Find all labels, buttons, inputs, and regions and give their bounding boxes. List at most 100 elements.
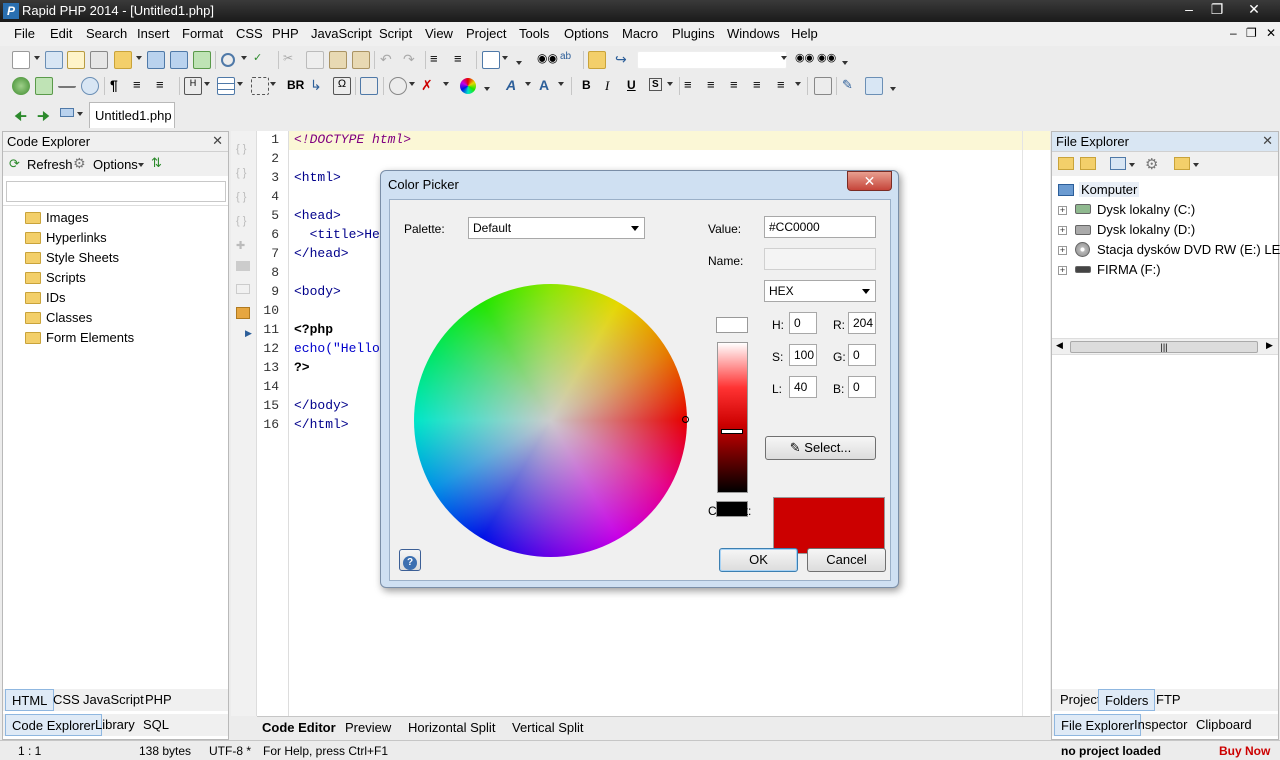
font-icon[interactable]: A: [506, 77, 524, 95]
chevron-down-icon[interactable]: [525, 82, 531, 86]
clear-format-icon[interactable]: ✗: [421, 77, 439, 95]
tab-php[interactable]: PHP: [139, 689, 178, 711]
menu-project[interactable]: Project: [466, 26, 506, 41]
toolbar-overflow-icon[interactable]: [516, 61, 522, 65]
hex-value-input[interactable]: #CC0000: [764, 216, 876, 238]
tree-item-classes[interactable]: Classes: [25, 310, 92, 325]
folder-up-icon[interactable]: [1058, 157, 1074, 170]
color-picker-icon[interactable]: [460, 78, 476, 94]
menu-search[interactable]: Search: [86, 26, 127, 41]
menu-script[interactable]: Script: [379, 26, 412, 41]
options-button[interactable]: Options: [93, 157, 138, 172]
find-previous-icon[interactable]: ◉◉: [795, 51, 814, 69]
tree-item-drive-c[interactable]: Dysk lokalny (C:): [1097, 202, 1195, 217]
find-next-icon[interactable]: ◉◉: [817, 51, 836, 69]
chevron-down-icon[interactable]: [270, 82, 276, 86]
chevron-down-icon[interactable]: [136, 56, 142, 60]
menu-insert[interactable]: Insert: [137, 26, 170, 41]
expand-icon[interactable]: +: [1058, 226, 1067, 235]
encoding[interactable]: UTF-8 *: [209, 744, 251, 758]
menu-format[interactable]: Format: [182, 26, 223, 41]
paste-icon[interactable]: [329, 51, 347, 69]
tree-item-drive-d[interactable]: Dysk lokalny (D:): [1097, 222, 1195, 237]
table-icon[interactable]: [217, 77, 235, 95]
hue-input[interactable]: 0: [789, 312, 817, 334]
chevron-down-icon[interactable]: [443, 82, 449, 86]
document-tab[interactable]: Untitled1.php: [89, 102, 175, 128]
chevron-down-icon[interactable]: [241, 56, 247, 60]
menu-edit[interactable]: Edit: [50, 26, 72, 41]
tree-item-style-sheets[interactable]: Style Sheets: [25, 250, 119, 265]
tree-item-ids[interactable]: IDs: [25, 290, 66, 305]
block-icon[interactable]: [236, 284, 250, 294]
align-center-icon[interactable]: ≡: [707, 77, 725, 95]
lightness-input[interactable]: 40: [789, 376, 817, 398]
edit-file-icon[interactable]: [67, 51, 85, 69]
fold-icon[interactable]: { }: [236, 215, 250, 227]
nbsp-icon[interactable]: ↳: [310, 77, 328, 95]
validate-icon[interactable]: ✎: [842, 77, 860, 95]
menu-javascript[interactable]: JavaScript: [311, 26, 372, 41]
tab-ftp[interactable]: FTP: [1150, 689, 1187, 711]
find-icon[interactable]: [221, 53, 235, 67]
find-in-files-icon[interactable]: [588, 51, 606, 69]
line-spacing-icon[interactable]: ≡: [777, 77, 795, 95]
expand-icon[interactable]: +: [1058, 246, 1067, 255]
color-wheel[interactable]: [414, 284, 687, 557]
block-icon[interactable]: [236, 261, 250, 271]
luminance-slider[interactable]: [717, 342, 748, 493]
css-warning-icon[interactable]: [236, 307, 250, 319]
gear-icon[interactable]: ⚙: [1145, 155, 1158, 173]
menu-macro[interactable]: Macro: [622, 26, 658, 41]
buy-now-link[interactable]: Buy Now: [1219, 744, 1270, 758]
line-break-button[interactable]: BR: [287, 78, 304, 92]
maximize-button[interactable]: ❐: [1203, 0, 1231, 20]
close-icon[interactable]: ✕: [1262, 133, 1273, 149]
chevron-down-icon[interactable]: [667, 82, 673, 86]
mdi-minimize-button[interactable]: –: [1230, 26, 1237, 40]
close-icon[interactable]: ✕: [212, 133, 223, 149]
chevron-down-icon[interactable]: [1129, 163, 1135, 167]
special-char-icon[interactable]: Ω: [333, 77, 351, 95]
save-copy-icon[interactable]: [193, 51, 211, 69]
dialog-close-button[interactable]: ✕: [847, 171, 892, 191]
minimize-button[interactable]: –: [1175, 0, 1203, 20]
tab-vertical-split[interactable]: Vertical Split: [512, 720, 584, 735]
menu-tools[interactable]: Tools: [519, 26, 549, 41]
strikethrough-button[interactable]: S: [649, 78, 662, 91]
toolbar-overflow-icon[interactable]: [484, 87, 490, 91]
saturation-input[interactable]: 100: [789, 344, 817, 366]
indent-icon[interactable]: ≡: [430, 51, 448, 69]
new-folder-icon[interactable]: [1080, 157, 1096, 170]
chevron-down-icon[interactable]: [502, 56, 508, 60]
frame-icon[interactable]: [360, 77, 378, 95]
format-select[interactable]: HEX: [764, 280, 876, 302]
replace-icon[interactable]: ab: [560, 51, 578, 69]
sort-icon[interactable]: ⇅: [151, 155, 162, 171]
ordered-list-icon[interactable]: ≡: [156, 77, 174, 95]
heading-icon[interactable]: H: [184, 77, 202, 95]
binoculars-icon[interactable]: ◉◉: [537, 51, 558, 69]
menu-php[interactable]: PHP: [272, 26, 299, 41]
tree-item-form-elements[interactable]: Form Elements: [25, 330, 134, 345]
fold-icon[interactable]: { }: [236, 143, 250, 155]
horizontal-scrollbar[interactable]: ◀ ||| ▶: [1052, 338, 1278, 355]
chevron-down-icon[interactable]: [558, 82, 564, 86]
div-icon[interactable]: [814, 77, 832, 95]
save-icon[interactable]: [147, 51, 165, 69]
tree-item-images[interactable]: Images: [25, 210, 89, 225]
font-size-icon[interactable]: A: [539, 77, 557, 95]
view-icon[interactable]: [1110, 157, 1126, 170]
tab-sql[interactable]: SQL: [137, 714, 175, 736]
brush-icon[interactable]: [865, 77, 883, 95]
chevron-down-icon[interactable]: [237, 82, 243, 86]
palette-select[interactable]: Default: [468, 217, 645, 239]
green-input[interactable]: 0: [848, 344, 876, 366]
align-left-icon[interactable]: ≡: [684, 77, 702, 95]
tree-item-drive-f[interactable]: FIRMA (F:): [1097, 262, 1161, 277]
chevron-down-icon[interactable]: [138, 163, 144, 167]
help-button[interactable]: ?: [399, 549, 421, 571]
tab-clipboard[interactable]: Clipboard: [1190, 714, 1258, 736]
chevron-down-icon[interactable]: [795, 82, 801, 86]
white-swatch[interactable]: [716, 317, 748, 333]
